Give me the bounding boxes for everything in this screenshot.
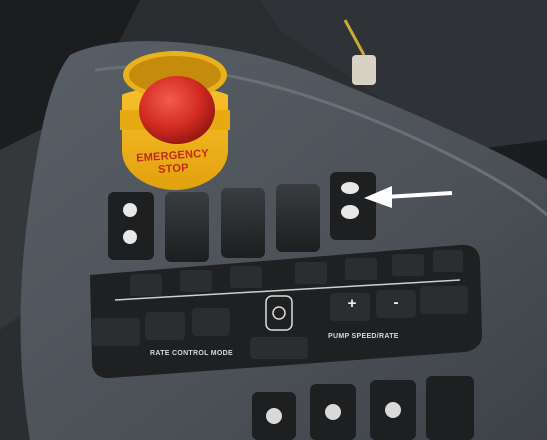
rocker-switch-1[interactable] [108,192,154,260]
keypad-key-top-1[interactable] [130,274,162,296]
rate-mode-key-1[interactable] [145,312,185,340]
keypad-key-top-3[interactable] [230,266,262,288]
keypad-key-top-5[interactable] [345,258,377,280]
emergency-stop-button[interactable] [139,76,215,144]
bottom-rocker-3-icon [385,402,401,418]
blank-switch-plug-3 [276,184,320,252]
keypad-key-top-7[interactable] [433,250,463,272]
cable-connector [352,55,376,85]
minus-key-label: - [393,294,399,311]
blank-switch-plug-1 [165,192,209,262]
plus-key-label: + [347,295,357,312]
spray-left-key[interactable] [92,318,140,346]
pump-speed-rate-label: PUMP SPEED/RATE [328,333,399,340]
keypad-key-top-2[interactable] [180,270,212,292]
center-bottom-key[interactable] [250,337,308,359]
keypad-key-top-6[interactable] [392,254,424,276]
bottom-rocker-2-icon [325,404,341,420]
spray-right-key[interactable] [420,286,468,314]
scene-drawing [0,0,547,440]
rate-control-mode-label: RATE CONTROL MODE [150,350,234,357]
rocker-highlighted-bottom-icon [341,205,359,219]
rocker-highlighted-top-icon [341,182,359,194]
blank-switch-plug-2 [221,188,265,258]
rocker-1-bottom-icon [123,230,137,244]
rate-mode-key-2[interactable] [192,308,230,336]
rocker-1-top-icon [123,203,137,217]
bottom-rocker-4[interactable] [426,376,474,440]
keypad-key-top-4[interactable] [295,262,327,284]
bottom-rocker-1-icon [266,408,282,424]
photo-scene: EMERGENCY STOP RATE CONTROL MODE PUMP SP… [0,0,547,440]
